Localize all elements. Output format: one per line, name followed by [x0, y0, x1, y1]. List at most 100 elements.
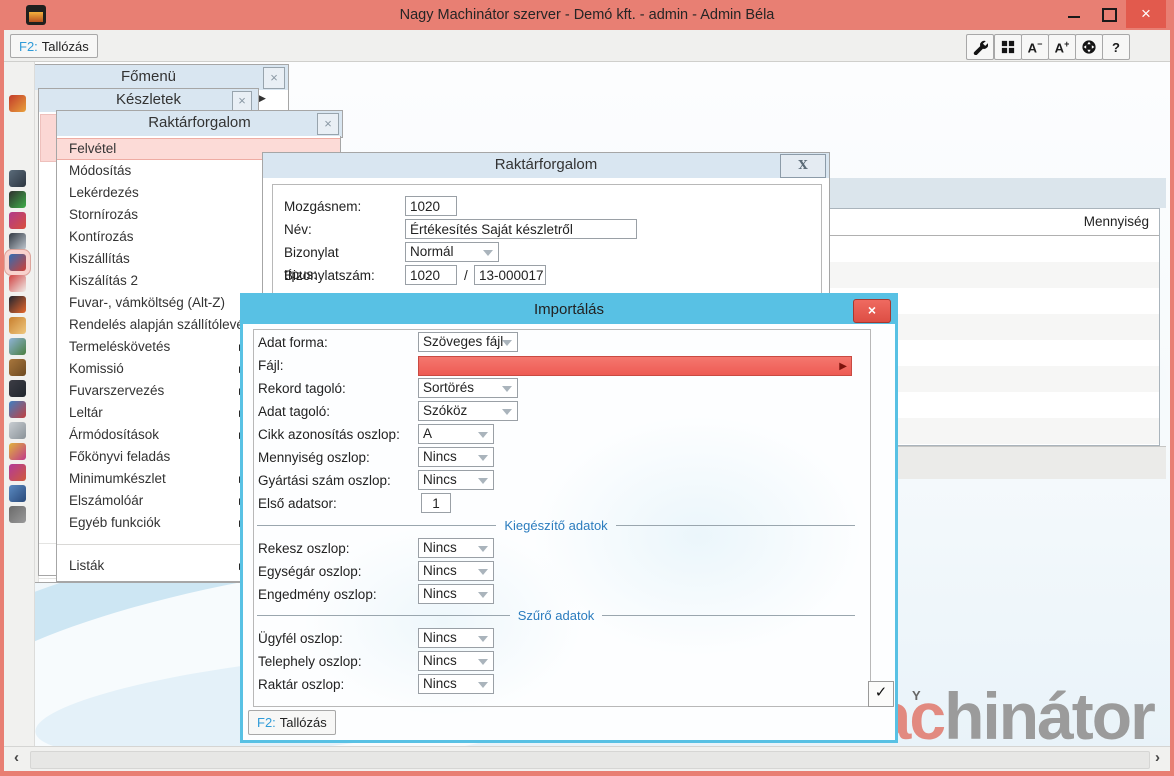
raktarforgalom-menu-titlebar[interactable]: Raktárforgalom × [56, 110, 343, 138]
fajl-input[interactable]: ▶ [418, 356, 852, 376]
nev-input[interactable]: Értékesítés Saját készletről [405, 219, 637, 239]
font-increase-icon: A+ [1054, 38, 1070, 56]
field-label: Ügyfél oszlop: [258, 631, 343, 646]
gift-icon[interactable] [9, 464, 26, 481]
dropdown-arrow-icon [478, 569, 488, 575]
field-row-telephely-oszlop: Telephely oszlop: Nincs [243, 651, 895, 673]
help-button[interactable]: ? [1102, 34, 1130, 60]
field-row-mennyiseg-oszlop: Mennyiség oszlop: Nincs [243, 447, 895, 469]
package-icon[interactable] [9, 359, 26, 376]
scrollbar-thumb[interactable] [30, 751, 1150, 769]
font-decrease-button[interactable]: A− [1021, 34, 1049, 60]
rekord-tagolo-dropdown[interactable]: Sortörés [418, 378, 518, 398]
field-row-adat-tagolo: Adat tagoló: Szóköz [243, 401, 895, 423]
keszletek-close-button[interactable]: × [232, 91, 252, 111]
input-value: 1 [432, 496, 440, 511]
dropdown-arrow-icon [478, 659, 488, 665]
menu-item-label: Kiszállítás [69, 251, 130, 266]
minimize-button[interactable] [1058, 0, 1090, 28]
confirm-check-button[interactable]: ✓ [868, 681, 894, 707]
column-header-mennyiseg[interactable]: Mennyiség [1084, 209, 1149, 235]
browse-label: Tallózás [279, 715, 327, 730]
bizonylat-tipus-dropdown[interactable]: Normál [405, 242, 499, 262]
field-label: Adat forma: [258, 335, 328, 350]
navigate-button[interactable] [1075, 34, 1103, 60]
field-label: Telephely oszlop: [258, 654, 362, 669]
raktar-dialog-titlebar[interactable]: Raktárforgalom [262, 152, 830, 180]
menu-item-label: Komissió [69, 361, 124, 376]
import-dialog-close-button[interactable]: × [853, 299, 891, 323]
dropdown-value: Normál [410, 244, 454, 259]
maximize-button[interactable] [1092, 0, 1124, 28]
printer-icon[interactable] [9, 170, 26, 187]
file-arrow-icon: ▶ [839, 361, 847, 372]
window-titlebar[interactable]: Nagy Machinátor szerver - Demó kft. - ad… [0, 0, 1174, 30]
dropdown-value: Szóköz [423, 403, 468, 418]
dropdown-arrow-icon [478, 455, 488, 461]
dropdown-value: Nincs [423, 472, 457, 487]
bizonylatszam-input-1[interactable]: 1020 [405, 265, 457, 285]
dropdown-arrow-icon [478, 592, 488, 598]
window-title: Nagy Machinátor szerver - Demó kft. - ad… [399, 7, 775, 23]
flower-icon[interactable] [9, 443, 26, 460]
bizonylatszam-input-2[interactable]: 13-000017 [474, 265, 546, 285]
field-label: Mennyiség oszlop: [258, 450, 370, 465]
adat-tagolo-dropdown[interactable]: Szóköz [418, 401, 518, 421]
menu-item-label: Egyéb funkciók [69, 515, 161, 530]
dropdown-value: Nincs [423, 653, 457, 668]
horizontal-scrollbar[interactable]: ‹ › [4, 746, 1170, 771]
help-icon: ? [1112, 39, 1120, 55]
mozgasnem-input[interactable]: 1020 [405, 196, 457, 216]
engedmeny-oszlop-dropdown[interactable]: Nincs [418, 584, 494, 604]
telephely-oszlop-dropdown[interactable]: Nincs [418, 651, 494, 671]
close-button[interactable]: × [1126, 0, 1166, 28]
globe-icon[interactable] [9, 254, 26, 271]
dropdown-value: Nincs [423, 540, 457, 555]
home-icon[interactable] [9, 401, 26, 418]
input-value: 1020 [410, 199, 441, 214]
device-icon[interactable] [9, 296, 26, 313]
menu-item-label: Felvétel [69, 141, 117, 156]
field-row-egysegar-oszlop: Egységár oszlop: Nincs [243, 561, 895, 583]
bottle-icon[interactable] [9, 317, 26, 334]
layout-grid-button[interactable] [994, 34, 1022, 60]
raktar-dialog-title: Raktárforgalom [494, 156, 598, 173]
egysegar-oszlop-dropdown[interactable]: Nincs [418, 561, 494, 581]
grid-icon [1001, 40, 1015, 54]
f2-key-label: F2: [19, 38, 38, 54]
paint-icon[interactable] [9, 275, 26, 292]
ugyfel-oszlop-dropdown[interactable]: Nincs [418, 628, 494, 648]
browse-button[interactable]: F2: Tallózás [10, 34, 98, 58]
f2-key-label: F2: [257, 715, 276, 730]
cikk-azonositas-dropdown[interactable]: A [418, 424, 494, 444]
gear-icon[interactable] [9, 506, 26, 523]
menu-item-label: Rendelés alapján szállítólevél [69, 317, 247, 332]
menu-item-label: Minimumkészlet [69, 471, 166, 486]
dropdown-value: Nincs [423, 630, 457, 645]
mail-icon[interactable] [9, 422, 26, 439]
import-dialog-titlebar[interactable]: Importálás [243, 296, 895, 324]
raktar-dialog-close-button[interactable]: X [780, 154, 826, 178]
scroll-left-arrow[interactable]: ‹ [14, 747, 19, 771]
mennyiseg-oszlop-dropdown[interactable]: Nincs [418, 447, 494, 467]
fomenu-close-button[interactable]: × [263, 67, 285, 89]
cart-icon[interactable] [9, 95, 26, 112]
font-increase-button[interactable]: A+ [1048, 34, 1076, 60]
rekesz-oszlop-dropdown[interactable]: Nincs [418, 538, 494, 558]
chart-icon[interactable] [9, 485, 26, 502]
monitor-icon[interactable] [9, 233, 26, 250]
fruits-icon[interactable] [9, 212, 26, 229]
gyartasi-szam-dropdown[interactable]: Nincs [418, 470, 494, 490]
import-browse-button[interactable]: F2: Tallózás [248, 710, 336, 735]
raktar-oszlop-dropdown[interactable]: Nincs [418, 674, 494, 694]
elso-adatsor-input[interactable]: 1 [421, 493, 451, 513]
truck-icon[interactable] [9, 380, 26, 397]
scroll-right-arrow[interactable]: › [1155, 747, 1160, 771]
raktarforgalom-menu-close-button[interactable]: × [317, 113, 339, 135]
tools-icon[interactable] [9, 191, 26, 208]
adat-forma-dropdown[interactable]: Szöveges fájl [418, 332, 518, 352]
settings-wrench-button[interactable] [966, 34, 994, 60]
docs-icon[interactable] [9, 338, 26, 355]
field-label: Adat tagoló: [258, 404, 331, 419]
section-label: Szűrő adatok [517, 607, 595, 623]
